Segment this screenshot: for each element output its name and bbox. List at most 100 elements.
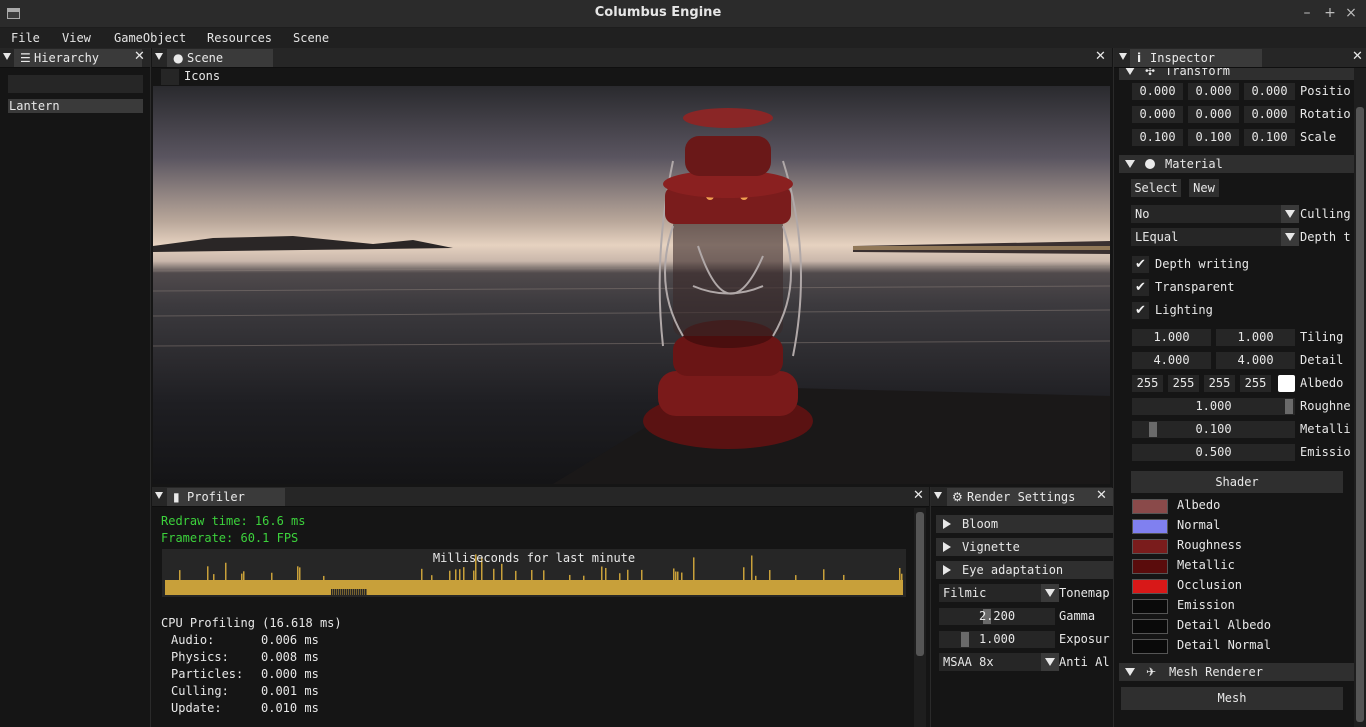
metallic-slider[interactable]: 0.100 [1132,421,1295,438]
scene-viewport[interactable] [153,86,1110,484]
texture-thumbnail[interactable] [1132,639,1168,654]
close-window-button[interactable]: × [1344,6,1358,20]
menu-file[interactable]: File [11,31,40,45]
texture-label: Metallic [1177,558,1235,572]
texture-thumbnail[interactable] [1132,499,1168,514]
albedo-g-field[interactable]: 255 [1168,375,1199,392]
emission-field[interactable]: 0.500 [1132,444,1295,461]
eye-adaptation-header[interactable]: Eye adaptation [936,561,1132,579]
collapse-arrow-icon[interactable] [3,53,11,60]
albedo-b-field[interactable]: 255 [1204,375,1235,392]
gamma-slider[interactable]: 2.200 [939,608,1055,625]
roughness-slider-grab[interactable] [1285,399,1293,414]
texture-thumbnail[interactable] [1132,559,1168,574]
mesh-renderer-label: Mesh Renderer [1169,665,1263,679]
depth-writing-label: Depth writing [1155,257,1249,271]
depth-writing-checkbox[interactable]: ✔ [1132,256,1149,273]
texture-thumbnail[interactable] [1132,599,1168,614]
transparent-checkbox[interactable]: ✔ [1132,279,1149,296]
texture-thumbnail[interactable] [1132,579,1168,594]
tab-scene[interactable]: ● Scene [167,49,273,67]
tiling-y-field[interactable]: 1.000 [1216,329,1295,346]
depth-test-select[interactable]: LEqual [1131,228,1299,246]
texture-thumbnail[interactable] [1132,619,1168,634]
bloom-header[interactable]: Bloom [936,515,1132,533]
texture-thumbnail[interactable] [1132,539,1168,554]
tab-inspector[interactable]: i Inspector [1130,49,1262,67]
menu-gameobject[interactable]: GameObject [114,31,186,45]
close-icon[interactable]: ✕ [1096,489,1107,503]
transform-value-field[interactable]: 0.100 [1244,129,1295,146]
shader-button[interactable]: Shader [1131,471,1343,493]
close-icon[interactable]: ✕ [913,489,924,503]
menu-resources[interactable]: Resources [207,31,272,45]
tab-profiler[interactable]: ▮ Profiler [167,488,285,506]
transform-value-field[interactable]: 0.000 [1188,83,1239,100]
graph-bar [605,567,607,580]
profiler-tabbar: ▮ Profiler ✕ [152,487,929,507]
graph-bar [569,574,571,580]
menu-view[interactable]: View [62,31,91,45]
transform-value-field[interactable]: 0.000 [1132,83,1183,100]
metallic-slider-grab[interactable] [1149,422,1158,437]
profiler-scrollbar[interactable] [914,508,926,727]
hierarchy-search-input[interactable] [8,75,143,93]
graph-bar [241,573,243,580]
mesh-renderer-header[interactable]: ✈ Mesh Renderer [1119,663,1366,681]
tiling-x-field[interactable]: 1.000 [1132,329,1211,346]
render-settings-tabbar: ⚙ Render Settings ✕ [931,487,1113,507]
tonemap-select[interactable]: Filmic [939,584,1059,602]
transform-value-field[interactable]: 0.000 [1132,106,1183,123]
collapse-arrow-icon[interactable] [934,492,942,499]
tab-render-settings[interactable]: ⚙ Render Settings [947,488,1113,506]
lighting-label: Lighting [1155,303,1213,317]
albedo-r-field[interactable]: 255 [1132,375,1163,392]
icons-checkbox[interactable] [161,69,179,85]
vignette-header[interactable]: Vignette [936,538,1132,556]
collapse-arrow-icon [1125,67,1135,75]
transform-value-field[interactable]: 0.000 [1244,83,1295,100]
lighting-checkbox[interactable]: ✔ [1132,302,1149,319]
transform-value-field[interactable]: 0.100 [1188,129,1239,146]
texture-thumbnail[interactable] [1132,519,1168,534]
graph-bar [673,568,675,580]
expand-arrow-icon [943,519,951,529]
transform-value-field[interactable]: 0.000 [1188,106,1239,123]
menu-scene[interactable]: Scene [293,31,329,45]
list-item[interactable]: Lantern [8,99,143,113]
detail-x-field[interactable]: 4.000 [1132,352,1211,369]
exposure-slider[interactable]: 1.000 [939,631,1055,648]
detail-y-field[interactable]: 4.000 [1216,352,1295,369]
collapse-arrow-icon[interactable] [155,53,163,60]
culling-select[interactable]: No [1131,205,1299,223]
exposure-slider-grab[interactable] [961,632,969,647]
material-select-button[interactable]: Select [1131,179,1181,197]
graph-bar [349,589,351,595]
roughness-slider[interactable]: 1.000 [1132,398,1295,415]
minimize-button[interactable]: – [1300,6,1314,20]
mesh-button[interactable]: Mesh [1121,687,1343,710]
albedo-color-swatch[interactable] [1278,375,1295,392]
anti-aliasing-select[interactable]: MSAA 8x [939,653,1059,671]
transform-value-field[interactable]: 0.100 [1132,129,1183,146]
material-new-button[interactable]: New [1189,179,1219,197]
inspector-scrollbar[interactable] [1354,67,1366,727]
inspector-scroll-thumb[interactable] [1356,107,1364,722]
collapse-arrow-icon[interactable] [155,492,163,499]
close-icon[interactable]: ✕ [1095,50,1106,64]
graph-bar [365,589,367,595]
tonemap-label: Tonemap [1059,586,1110,600]
material-header[interactable]: Material [1119,155,1366,173]
close-icon[interactable]: ✕ [134,50,145,64]
albedo-a-field[interactable]: 255 [1240,375,1271,392]
maximize-button[interactable]: + [1323,6,1337,20]
tab-hierarchy[interactable]: ☰ Hierarchy [14,49,142,67]
gamma-label: Gamma [1059,609,1096,623]
tab-profiler-label: Profiler [187,490,245,504]
profiler-scroll-thumb[interactable] [916,512,924,656]
collapse-arrow-icon[interactable] [1119,53,1127,60]
close-icon[interactable]: ✕ [1352,50,1363,64]
circle-icon [1145,159,1155,169]
graph-bar [473,570,475,580]
transform-value-field[interactable]: 0.000 [1244,106,1295,123]
